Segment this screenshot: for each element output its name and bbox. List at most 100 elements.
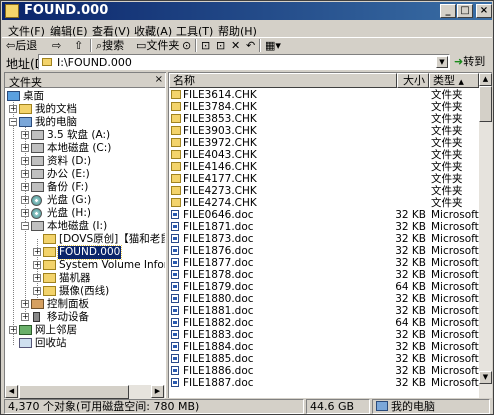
scroll-left-button[interactable]: ◀ [5,385,18,398]
sort-arrow-icon: ▲ [458,78,464,86]
folders-label: 文件夹 [146,39,180,52]
scroll-thumb[interactable] [19,385,129,399]
expand-icon[interactable]: + [21,196,29,204]
toolbar-separator [259,39,261,52]
scroll-up-button[interactable]: ▲ [479,73,492,86]
expand-icon[interactable]: + [21,170,29,178]
status-bar: 4,370 个对象(可用磁盘空间: 780 MB) 44.6 GB 我的电脑 [2,399,492,414]
file-type: 文件夹 [431,173,463,185]
expand-icon[interactable]: + [21,183,29,191]
folder-icon [171,102,181,111]
tree-item-label: 回收站 [35,337,67,349]
list-item[interactable]: FILE4177.CHK 文件夹 [169,173,479,185]
expand-icon[interactable]: + [21,300,29,308]
go-button[interactable]: ➜转到 [454,54,485,70]
list-item[interactable]: FILE1886.doc 32 KB Microsoft W [169,365,479,377]
file-name: FILE3903.CHK [183,125,257,137]
column-header-size[interactable]: 大小 [397,73,429,88]
menu-view[interactable]: 查看(V) [92,23,130,39]
tree-horizontal-scrollbar[interactable]: ◀ ▶ [5,385,165,399]
list-item[interactable]: FILE1873.doc 32 KB Microsoft W [169,233,479,245]
expand-icon[interactable]: + [21,144,29,152]
list-item[interactable]: FILE1876.doc 32 KB Microsoft W [169,245,479,257]
list-item[interactable]: FILE3972.CHK 文件夹 [169,137,479,149]
list-item[interactable]: FILE1877.doc 32 KB Microsoft W [169,257,479,269]
list-item[interactable]: FILE1879.doc 64 KB Microsoft W [169,281,479,293]
expand-icon[interactable]: + [21,157,29,165]
forward-button[interactable]: ⇨ [52,39,61,52]
close-button[interactable]: × [476,4,492,18]
status-object-count: 4,370 个对象(可用磁盘空间: 780 MB) [4,399,304,414]
list-item[interactable]: FILE3903.CHK 文件夹 [169,125,479,137]
list-item[interactable]: FILE3614.CHK 文件夹 [169,89,479,101]
list-item[interactable]: FILE1878.doc 32 KB Microsoft W [169,269,479,281]
file-size: 32 KB [395,377,426,389]
scroll-down-button[interactable]: ▼ [479,371,492,384]
undo-button[interactable]: ↶ [246,39,255,52]
search-button[interactable]: ⌕搜索 [96,39,124,52]
maximize-button[interactable]: □ [457,4,473,18]
list-item[interactable]: FILE1885.doc 32 KB Microsoft W [169,353,479,365]
file-size: 32 KB [395,209,426,221]
expand-icon[interactable]: + [21,313,29,321]
list-item[interactable]: FILE3853.CHK 文件夹 [169,113,479,125]
title-bar[interactable]: FOUND.000 _ □ × [2,2,492,20]
up-button[interactable]: ⇧ [74,39,83,52]
expand-icon[interactable]: + [33,274,41,282]
tree-item-label: System Volume Informati [59,259,165,271]
list-item[interactable]: FILE1871.doc 32 KB Microsoft W [169,221,479,233]
file-size: 32 KB [395,293,426,305]
expand-icon[interactable]: + [33,248,41,256]
menu-file[interactable]: 文件(F) [8,23,45,39]
file-name: FILE3614.CHK [183,89,257,101]
history-button[interactable]: ⊙ [182,39,191,52]
file-type: Microsoft W [431,209,479,221]
back-button[interactable]: ⇦后退 [6,39,37,52]
folder-open-icon [43,247,56,257]
address-dropdown-button[interactable]: ▼ [436,56,448,68]
list-item[interactable]: FILE4274.CHK 文件夹 [169,197,479,209]
go-label: 转到 [463,55,486,68]
address-input[interactable]: I:\FOUND.000 ▼ [38,54,450,70]
list-item[interactable]: FILE1881.doc 32 KB Microsoft W [169,305,479,317]
list-item[interactable]: FILE1887.doc 32 KB Microsoft W [169,377,479,389]
expand-icon[interactable]: + [33,261,41,269]
expand-icon[interactable]: + [9,105,17,113]
file-name: FILE4177.CHK [183,173,257,185]
scroll-right-button[interactable]: ▶ [151,385,164,398]
minimize-button[interactable]: _ [440,4,456,18]
menu-tools[interactable]: 工具(T) [176,23,213,39]
views-button[interactable]: ▦▾ [265,39,281,52]
menu-edit[interactable]: 编辑(E) [50,23,88,39]
expand-icon[interactable]: + [21,209,29,217]
list-item[interactable]: FILE1884.doc 32 KB Microsoft W [169,341,479,353]
search-label: 搜索 [102,39,125,52]
list-item[interactable]: FILE4273.CHK 文件夹 [169,185,479,197]
file-list-vertical-scrollbar[interactable]: ▲ ▼ [479,73,492,398]
list-item[interactable]: FILE0646.doc 32 KB Microsoft W [169,209,479,221]
list-item[interactable]: FILE1880.doc 32 KB Microsoft W [169,293,479,305]
file-name: FILE3853.CHK [183,113,257,125]
list-item[interactable]: FILE1883.doc 32 KB Microsoft W [169,329,479,341]
collapse-icon[interactable]: − [21,222,29,230]
expand-icon[interactable]: + [9,326,17,334]
column-header-name[interactable]: 名称 [169,73,397,88]
file-type: Microsoft W [431,353,479,365]
menu-help[interactable]: 帮助(H) [218,23,257,39]
drive-icon [31,143,44,153]
delete-button[interactable]: ✕ [231,39,240,52]
close-tree-button[interactable]: × [155,74,163,85]
list-item[interactable]: FILE4146.CHK 文件夹 [169,161,479,173]
move-to-button[interactable]: ⊡ [201,39,210,52]
list-item[interactable]: FILE3784.CHK 文件夹 [169,101,479,113]
column-header-type[interactable]: 类型 ▲ [429,73,479,88]
scroll-thumb[interactable] [479,86,492,122]
expand-icon[interactable]: + [33,287,41,295]
collapse-icon[interactable]: − [9,118,17,126]
copy-to-button[interactable]: ⊡ [216,39,225,52]
expand-icon[interactable]: + [21,131,29,139]
list-item[interactable]: FILE1882.doc 64 KB Microsoft W [169,317,479,329]
folders-button[interactable]: ▭文件夹 [136,39,179,52]
menu-favorites[interactable]: 收藏(A) [134,23,172,39]
list-item[interactable]: FILE4043.CHK 文件夹 [169,149,479,161]
